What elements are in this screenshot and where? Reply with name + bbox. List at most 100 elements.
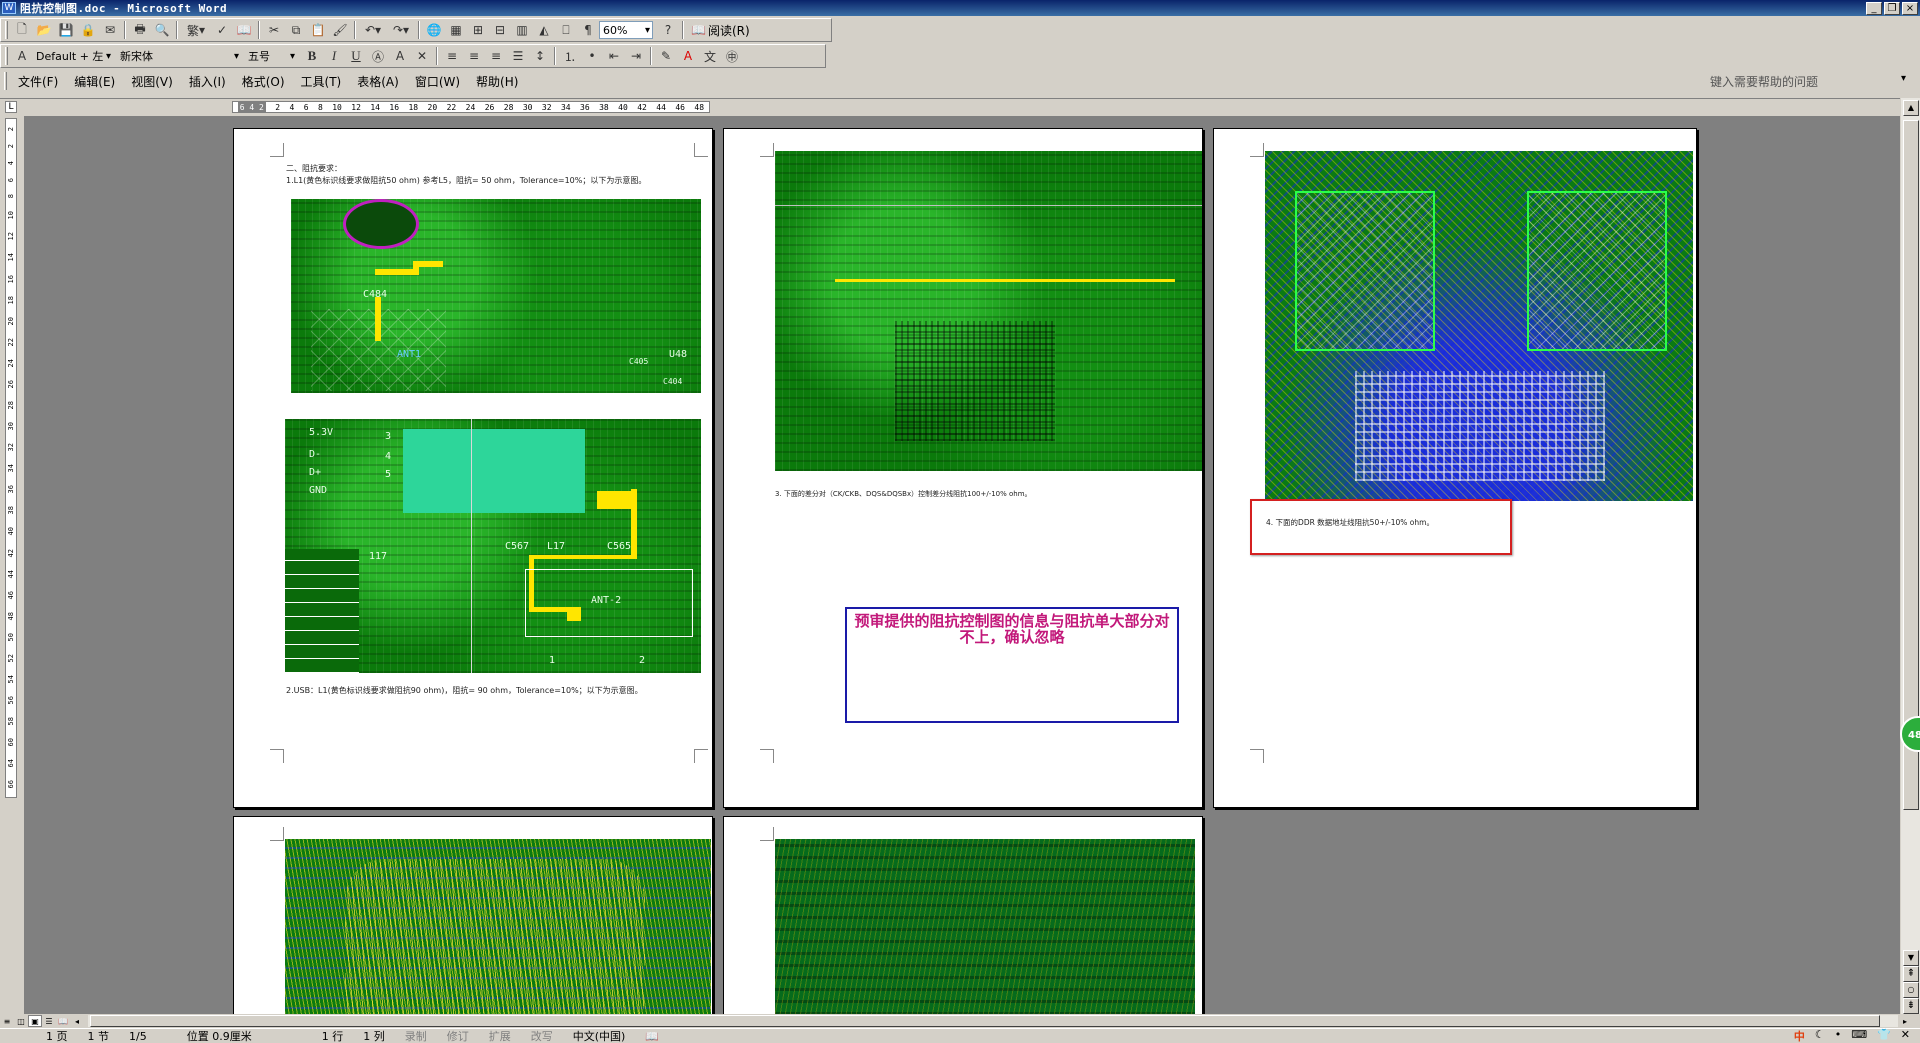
status-language[interactable]: 中文(中国) <box>563 1028 636 1043</box>
char-scale-icon[interactable]: ✕ <box>411 46 433 66</box>
menu-format[interactable]: 格式(O) <box>234 73 293 90</box>
insert-excel-icon[interactable]: ⊟ <box>489 20 511 40</box>
format-painter-icon[interactable]: 🖌 <box>329 20 351 40</box>
toolbar-grip[interactable] <box>5 47 8 65</box>
page-5[interactable] <box>723 816 1203 1014</box>
vertical-ruler[interactable]: 2 2 4 6 8 10 12 14 16 18 20 22 24 26 28 … <box>5 118 17 798</box>
font-select[interactable]: 新宋体 <box>117 47 241 65</box>
columns-icon[interactable]: ▥ <box>511 20 533 40</box>
scroll-thumb[interactable] <box>1903 120 1919 810</box>
paste-icon[interactable]: 📋 <box>307 20 329 40</box>
redo-icon[interactable]: ↷▾ <box>387 20 415 40</box>
tool-icon[interactable]: ✕ <box>1901 1028 1910 1043</box>
web-view-icon[interactable]: ◫ <box>14 1015 28 1027</box>
numbering-icon[interactable]: ⒈ <box>559 46 581 66</box>
document-map-icon[interactable]: ⎕ <box>555 20 577 40</box>
page-1[interactable]: 二、阻抗要求： 1.L1(黄色标识线要求做阻抗50 ohm) 参考L5，阻抗= … <box>233 128 713 808</box>
traditional-chinese-button[interactable]: 繁 ▾ <box>181 20 211 40</box>
help-icon[interactable]: ? <box>657 20 679 40</box>
spelling-icon[interactable]: ✓ <box>211 20 233 40</box>
cut-icon[interactable]: ✂ <box>263 20 285 40</box>
copy-icon[interactable]: ⧉ <box>285 20 307 40</box>
tables-borders-icon[interactable]: ▦ <box>445 20 467 40</box>
size-select[interactable]: 五号 <box>245 47 297 65</box>
style-select[interactable]: Default + 左 <box>33 47 113 65</box>
help-search-input[interactable]: 键入需要帮助的问题 <box>1706 73 1906 89</box>
menu-help[interactable]: 帮助(H) <box>468 73 526 90</box>
minimize-button[interactable]: _ <box>1866 1 1882 15</box>
menu-table[interactable]: 表格(A) <box>349 73 407 90</box>
increase-indent-icon[interactable]: ⇥ <box>625 46 647 66</box>
undo-icon[interactable]: ↶▾ <box>359 20 387 40</box>
print-icon[interactable]: 🖶 <box>129 20 151 40</box>
permission-icon[interactable]: 🔒 <box>77 20 99 40</box>
page-3[interactable]: 4. 下面的DDR 数据地址线阻抗50+/-10% ohm。 <box>1213 128 1697 808</box>
drawing-icon[interactable]: ◭ <box>533 20 555 40</box>
page-4[interactable] <box>233 816 713 1014</box>
horizontal-ruler[interactable]: 6 4 2 2 4 6 8 10 12 14 16 18 20 22 24 26… <box>232 101 710 113</box>
research-icon[interactable]: 📖 <box>233 20 255 40</box>
scroll-up-button[interactable]: ▲ <box>1903 100 1919 116</box>
styles-icon[interactable]: A <box>11 46 33 66</box>
hyperlink-icon[interactable]: 🌐 <box>423 20 445 40</box>
font-color-icon[interactable]: A <box>677 46 699 66</box>
save-icon[interactable]: 💾 <box>55 20 77 40</box>
char-shading-icon[interactable]: A <box>389 46 411 66</box>
scroll-right-icon[interactable]: ▸ <box>1898 1015 1912 1027</box>
ime-mode[interactable]: 中 <box>1794 1028 1805 1043</box>
page-2[interactable]: 3. 下面的差分对（CK/CKB、DQS&DQSBx）控制差分线阻抗100+/-… <box>723 128 1203 808</box>
restore-button[interactable]: ❐ <box>1884 1 1900 15</box>
menu-file[interactable]: 文件(F) <box>10 73 66 90</box>
close-button[interactable]: × <box>1902 1 1918 15</box>
bullets-icon[interactable]: • <box>581 46 603 66</box>
spelling-status-icon[interactable]: 📖 <box>635 1030 669 1043</box>
status-rec[interactable]: 录制 <box>395 1028 437 1043</box>
italic-button[interactable]: I <box>323 46 345 66</box>
menu-edit[interactable]: 编辑(E) <box>66 73 123 90</box>
new-document-icon[interactable]: 🗋 <box>11 20 33 40</box>
line-spacing-icon[interactable]: ↕ <box>529 46 551 66</box>
next-page-button[interactable]: ⇟ <box>1903 998 1919 1014</box>
menu-view[interactable]: 视图(V) <box>123 73 181 90</box>
open-icon[interactable]: 📂 <box>33 20 55 40</box>
horizontal-scroll-thumb[interactable] <box>90 1015 1880 1027</box>
align-right-icon[interactable]: ≡ <box>485 46 507 66</box>
phonetic-guide-icon[interactable]: 文 <box>699 46 721 66</box>
outline-view-icon[interactable]: ☰ <box>42 1015 56 1027</box>
status-ovr[interactable]: 改写 <box>521 1028 563 1043</box>
tab-selector[interactable]: L <box>5 101 17 113</box>
insert-table-icon[interactable]: ⊞ <box>467 20 489 40</box>
zoom-select[interactable]: 60% <box>599 21 653 39</box>
scroll-left-icon[interactable]: ◂ <box>70 1015 84 1027</box>
prev-page-button[interactable]: ⇞ <box>1903 966 1919 982</box>
align-center-icon[interactable]: ≡ <box>463 46 485 66</box>
justify-icon[interactable]: ☰ <box>507 46 529 66</box>
read-button[interactable]: 📖 阅读(R) <box>687 22 754 39</box>
document-area[interactable]: 二、阻抗要求： 1.L1(黄色标识线要求做阻抗50 ohm) 参考L5，阻抗= … <box>24 116 1900 1014</box>
char-border-icon[interactable]: Ⓐ <box>367 46 389 66</box>
show-hide-icon[interactable]: ¶ <box>577 20 599 40</box>
status-trk[interactable]: 修订 <box>437 1028 479 1043</box>
scroll-down-button[interactable]: ▼ <box>1903 950 1919 966</box>
vertical-scrollbar[interactable]: ▲ ▼ ⇞ ○ ⇟ <box>1900 98 1920 1014</box>
shirt-icon[interactable]: 👕 <box>1877 1028 1891 1043</box>
toolbar-grip[interactable] <box>5 21 8 39</box>
print-preview-icon[interactable]: 🔍 <box>151 20 173 40</box>
status-ext[interactable]: 扩展 <box>479 1028 521 1043</box>
menu-insert[interactable]: 插入(I) <box>181 73 234 90</box>
horizontal-scroll-track[interactable] <box>88 1015 1898 1027</box>
highlight-icon[interactable]: ✎ <box>655 46 677 66</box>
email-icon[interactable]: ✉ <box>99 20 121 40</box>
review-comment-box[interactable]: 预审提供的阻抗控制图的信息与阻抗单大部分对不上，确认忽略 <box>845 607 1179 723</box>
print-layout-icon[interactable]: ▣ <box>28 1015 42 1027</box>
browse-object-button[interactable]: ○ <box>1903 982 1919 998</box>
menubar-grip[interactable] <box>4 72 7 90</box>
enclose-char-icon[interactable]: ㊥ <box>721 46 743 66</box>
decrease-indent-icon[interactable]: ⇤ <box>603 46 625 66</box>
reading-view-icon[interactable]: 📖 <box>56 1015 70 1027</box>
underline-button[interactable]: U <box>345 46 367 66</box>
bold-button[interactable]: B <box>301 46 323 66</box>
moon-icon[interactable]: ☾ <box>1815 1028 1825 1043</box>
dot-icon[interactable]: • <box>1835 1028 1842 1043</box>
keyboard-icon[interactable]: ⌨ <box>1851 1028 1867 1043</box>
